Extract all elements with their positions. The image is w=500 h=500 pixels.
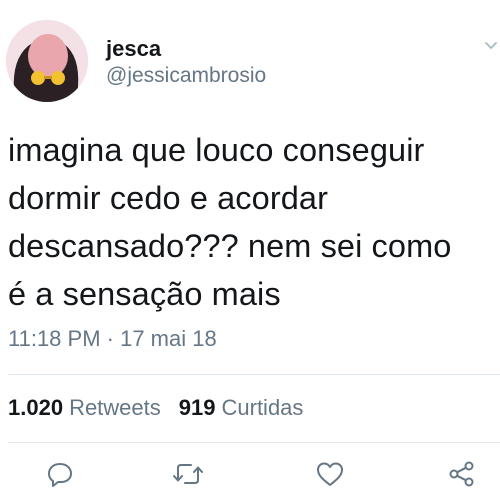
tweet-card: jesca @jessicambrosio imagina que louco … [0, 0, 500, 500]
share-icon [449, 461, 474, 487]
divider-bottom [8, 442, 500, 443]
action-bar [0, 458, 500, 494]
tweet-text: imagina que louco conseguir dormir cedo … [8, 132, 452, 312]
share-button[interactable] [446, 458, 478, 490]
avatar[interactable] [6, 20, 88, 102]
divider-top [8, 374, 500, 375]
avatar-photo [6, 20, 88, 102]
retweet-button[interactable] [172, 458, 204, 490]
chevron-down-icon[interactable] [484, 38, 498, 52]
reply-button[interactable] [44, 458, 76, 490]
engagement-stats: 1.020 Retweets 919 Curtidas [8, 394, 303, 422]
like-button[interactable] [314, 458, 346, 490]
likes-label[interactable]: Curtidas [222, 395, 304, 420]
heart-icon [317, 462, 343, 486]
likes-count[interactable]: 919 [179, 395, 216, 420]
top-edge [0, 0, 500, 4]
retweets-count[interactable]: 1.020 [8, 395, 63, 420]
reply-icon [48, 463, 72, 487]
tweet-timestamp[interactable]: 11:18 PM · 17 mai 18 [8, 325, 217, 353]
user-handle[interactable]: @jessicambrosio [106, 62, 266, 90]
retweet-icon [173, 464, 203, 484]
author-block[interactable]: jesca @jessicambrosio [106, 36, 266, 90]
display-name[interactable]: jesca [106, 36, 266, 62]
retweets-label[interactable]: Retweets [69, 395, 161, 420]
